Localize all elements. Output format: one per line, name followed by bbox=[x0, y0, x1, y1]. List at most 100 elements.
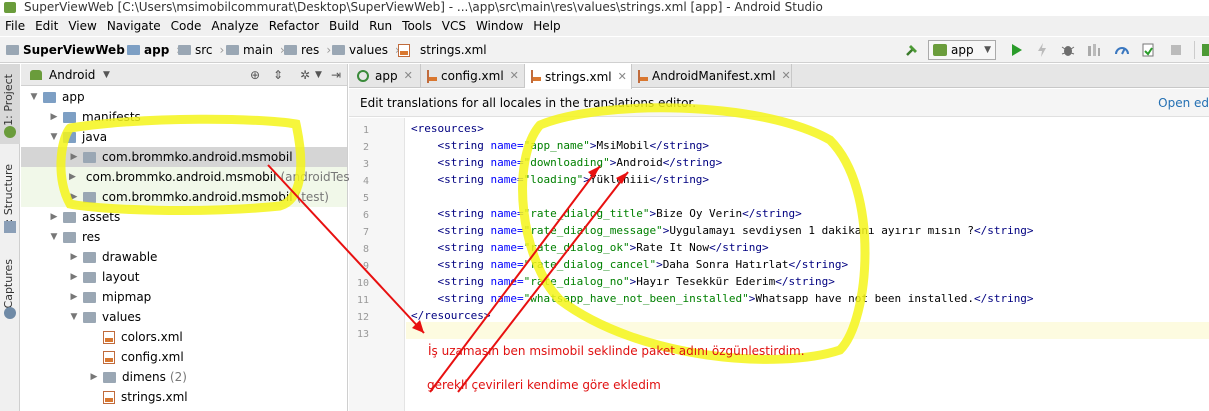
tab-app[interactable]: app ✕ bbox=[351, 64, 421, 88]
chevron-down-icon[interactable]: ▼ bbox=[49, 127, 59, 147]
tree-item-com-brommko-android-msmobil[interactable]: ▶ com.brommko.android.msmobil (androidTest… bbox=[21, 167, 359, 187]
tree-item-layout[interactable]: ▶ layout bbox=[21, 267, 347, 287]
menu-item-analyze[interactable]: Analyze bbox=[206, 16, 263, 36]
breadcrumb-item-app[interactable]: app› bbox=[127, 42, 181, 58]
menu-item-code[interactable]: Code bbox=[166, 16, 207, 36]
tree-item-label: com.brommko.android.msmobil bbox=[85, 170, 277, 184]
chevron-down-icon[interactable]: ▼ bbox=[49, 227, 59, 247]
editor-tabs: app ✕ config.xml ✕ strings.xml ✕ Android… bbox=[349, 64, 1209, 89]
stop-icon[interactable] bbox=[1168, 42, 1184, 58]
tree-item-manifests[interactable]: ▶ manifests bbox=[21, 107, 347, 127]
sdk-manager-icon[interactable] bbox=[1200, 42, 1209, 58]
menu-item-file[interactable]: File bbox=[0, 16, 30, 36]
hammer-icon[interactable] bbox=[904, 42, 920, 58]
tool-tab-captures[interactable]: Captures bbox=[2, 259, 15, 308]
scroll-from-source-icon[interactable]: ⊕ bbox=[250, 64, 260, 86]
tree-item-strings-xml[interactable]: strings.xml bbox=[21, 387, 347, 407]
tree-item-res[interactable]: ▼ res bbox=[21, 227, 347, 247]
xml-file-icon bbox=[103, 390, 115, 404]
tree-item-com-brommko-android-msmobil[interactable]: ▶ com.brommko.android.msmobil bbox=[21, 147, 347, 167]
close-tab-icon[interactable]: ✕ bbox=[404, 64, 413, 88]
menu-item-refactor[interactable]: Refactor bbox=[264, 16, 324, 36]
run-config-select[interactable]: app ▼ bbox=[928, 40, 996, 60]
debug-icon[interactable] bbox=[1060, 42, 1076, 58]
tree-item-colors-xml[interactable]: colors.xml bbox=[21, 327, 347, 347]
hide-panel-icon[interactable]: ⇥ bbox=[331, 64, 341, 86]
tree-item-assets[interactable]: ▶ assets bbox=[21, 207, 347, 227]
tree-item-label: app bbox=[62, 90, 85, 104]
folder-icon bbox=[63, 231, 76, 243]
breadcrumb-item-strings[interactable]: strings.xml bbox=[398, 42, 487, 58]
gear-menu-chevron-icon[interactable]: ▼ bbox=[315, 64, 322, 86]
menu-item-help[interactable]: Help bbox=[528, 16, 565, 36]
folder-icon bbox=[63, 211, 76, 223]
chevron-down-icon[interactable]: ▼ bbox=[103, 64, 110, 86]
tree-item-config-xml[interactable]: config.xml bbox=[21, 347, 347, 367]
tree-item-label: assets bbox=[82, 210, 121, 224]
gear-icon[interactable]: ✲ bbox=[300, 64, 310, 86]
line-number: 7 bbox=[362, 227, 369, 238]
sync-gradle-icon[interactable] bbox=[1140, 42, 1156, 58]
chevron-right-icon[interactable]: ▶ bbox=[69, 247, 79, 267]
open-editor-link[interactable]: Open ed bbox=[1158, 89, 1209, 117]
close-tab-icon[interactable]: ✕ bbox=[510, 64, 519, 88]
menu-item-tools[interactable]: Tools bbox=[397, 16, 437, 36]
line-number: 5 bbox=[362, 193, 369, 204]
chevron-right-icon[interactable]: ▶ bbox=[89, 367, 99, 387]
chevron-right-icon[interactable]: ▶ bbox=[49, 207, 59, 227]
code-token: name= bbox=[490, 241, 524, 254]
close-tab-icon[interactable]: ✕ bbox=[782, 64, 791, 88]
tool-tab-project[interactable]: 1: Project bbox=[2, 74, 15, 126]
menu-item-navigate[interactable]: Navigate bbox=[102, 16, 166, 36]
menu-item-edit[interactable]: Edit bbox=[30, 16, 63, 36]
chevron-right-icon[interactable]: ▶ bbox=[69, 167, 76, 187]
line-number-gutter: 1 2 3 4 5 6 7 8 9 10 11 12 13 bbox=[349, 118, 405, 411]
attach-debugger-icon[interactable] bbox=[1086, 42, 1102, 58]
tree-item-values[interactable]: ▼ values bbox=[21, 307, 347, 327]
tab-config-xml[interactable]: config.xml ✕ bbox=[421, 64, 525, 88]
breadcrumb-item-project[interactable]: SuperViewWeb› bbox=[6, 42, 137, 58]
tree-item-com-brommko-android-msmobil[interactable]: ▶ com.brommko.android.msmobil (test) bbox=[21, 187, 347, 207]
breadcrumb-item-values[interactable]: values› bbox=[332, 42, 400, 58]
breadcrumb-item-main[interactable]: main › bbox=[226, 42, 285, 58]
editor-area: app ✕ config.xml ✕ strings.xml ✕ Android… bbox=[349, 64, 1209, 411]
code-line: <string name="whatsapp_have_not_been_ins… bbox=[411, 292, 1033, 305]
code-token: "rate_dialog_ok" bbox=[523, 241, 630, 254]
tab-strings-xml[interactable]: strings.xml ✕ bbox=[525, 64, 632, 89]
code-token: > bbox=[656, 258, 663, 271]
menu-item-run[interactable]: Run bbox=[364, 16, 397, 36]
close-tab-icon[interactable]: ✕ bbox=[618, 65, 627, 89]
apply-changes-icon[interactable] bbox=[1034, 42, 1050, 58]
tree-item-java[interactable]: ▼ java bbox=[21, 127, 347, 147]
tab-androidmanifest-xml[interactable]: AndroidManifest.xml ✕ bbox=[632, 64, 792, 88]
collapse-all-icon[interactable]: ⇕ bbox=[273, 64, 283, 86]
tool-tab-structure[interactable]: 7: Structure bbox=[2, 164, 15, 229]
chevron-right-icon[interactable]: ▶ bbox=[69, 147, 79, 167]
chevron-right-icon[interactable]: ▶ bbox=[69, 267, 79, 287]
code-line: <string name="downloading">Android</stri… bbox=[411, 156, 722, 169]
chevron-right-icon[interactable]: ▶ bbox=[69, 287, 79, 307]
breadcrumb-item-src[interactable]: src › bbox=[178, 42, 224, 58]
breadcrumb-item-res[interactable]: res › bbox=[284, 42, 331, 58]
menu-item-build[interactable]: Build bbox=[324, 16, 364, 36]
menu-item-view[interactable]: View bbox=[63, 16, 101, 36]
folder-icon bbox=[63, 131, 76, 143]
line-number: 8 bbox=[362, 244, 369, 255]
chevron-down-icon[interactable]: ▼ bbox=[29, 87, 39, 107]
tree-item-app[interactable]: ▼ app bbox=[21, 87, 347, 107]
view-mode-select[interactable]: Android bbox=[49, 64, 95, 86]
menu-item-window[interactable]: Window bbox=[471, 16, 528, 36]
tree-item-drawable[interactable]: ▶ drawable bbox=[21, 247, 347, 267]
menu-item-vcs[interactable]: VCS bbox=[437, 16, 471, 36]
tree-item-mipmap[interactable]: ▶ mipmap bbox=[21, 287, 347, 307]
code-token: </string> bbox=[709, 241, 769, 254]
chevron-right-icon[interactable]: ▶ bbox=[49, 107, 59, 127]
chevron-down-icon[interactable]: ▼ bbox=[69, 307, 79, 327]
code-token: MsiMobil bbox=[596, 139, 650, 152]
translations-notice-bar: Edit translations for all locales in the… bbox=[349, 89, 1209, 117]
code-token: name= bbox=[490, 224, 524, 237]
tree-item-dimens[interactable]: ▶ dimens (2) bbox=[21, 367, 347, 387]
run-icon[interactable] bbox=[1008, 42, 1024, 58]
profiler-icon[interactable] bbox=[1114, 42, 1130, 58]
chevron-right-icon[interactable]: ▶ bbox=[69, 187, 79, 207]
